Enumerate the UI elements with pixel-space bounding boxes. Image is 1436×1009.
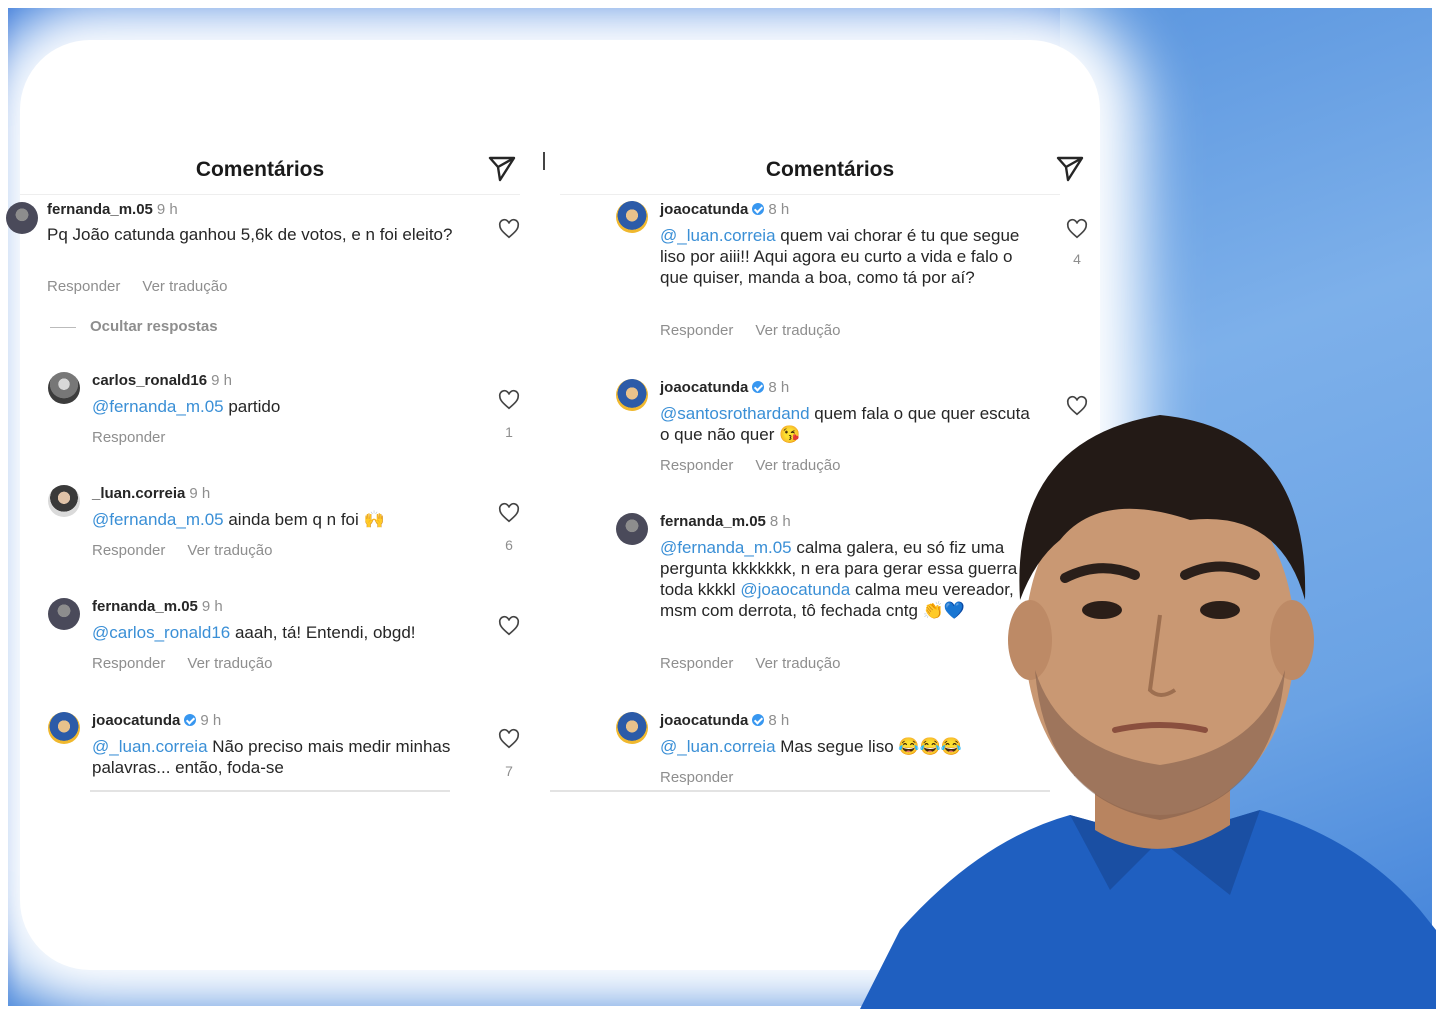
comment-time: 9 h (156, 201, 178, 218)
panel-title: Comentários (765, 158, 895, 181)
like-count: 4 (1073, 251, 1081, 267)
comment-time: 9 h (211, 372, 232, 389)
comment-text: @_luan.correia Não preciso mais medir mi… (92, 737, 451, 777)
comment-text: Pq João catunda ganhou 5,6k de votos, e … (47, 225, 453, 244)
header-divider (20, 194, 520, 195)
share-icon[interactable] (486, 152, 518, 184)
hide-replies-button[interactable]: Ocultar respostas (50, 318, 218, 335)
screenshot-stage: Comentários fernanda_m.05 9 h Pq João cat… (0, 0, 1436, 1009)
mention-link[interactable]: @_luan.correia (660, 737, 776, 756)
comment-username[interactable]: _luan.correia 9 h (92, 485, 210, 502)
comment-time: 8 h (769, 513, 791, 530)
translate-button[interactable]: Ver tradução (187, 542, 272, 559)
heart-icon[interactable] (1066, 218, 1088, 240)
comment-username[interactable]: joaocatunda 8 h (660, 201, 789, 218)
reply-button[interactable]: Responder (92, 655, 165, 672)
avatar[interactable] (48, 485, 80, 517)
person-photo (860, 415, 1436, 1009)
comment-actions: Responder Ver tradução (660, 322, 840, 339)
panel-title: Comentários (195, 158, 325, 181)
verified-icon (752, 203, 765, 215)
comment-username[interactable]: joaocatunda 8 h (660, 379, 789, 396)
reply-button[interactable]: Responder (92, 429, 165, 446)
comment-actions: Responder (92, 429, 165, 446)
mention-link[interactable]: @_luan.correia (92, 737, 208, 756)
comment-text: @fernanda_m.05 partido (92, 397, 281, 416)
reply-button[interactable]: Responder (92, 542, 165, 559)
translate-button[interactable]: Ver tradução (142, 278, 227, 295)
reply-button[interactable]: Responder (47, 278, 120, 295)
reply-button[interactable]: Responder (660, 457, 733, 474)
comment-actions: Responder Ver tradução (47, 278, 227, 295)
heart-icon[interactable] (498, 502, 520, 524)
comment-time: 8 h (768, 379, 790, 396)
panel-divider (543, 152, 545, 170)
comments-panel-left: Comentários fernanda_m.05 9 h Pq João cat… (6, 140, 540, 800)
comment-actions: Responder Ver tradução (660, 655, 840, 672)
verified-icon (752, 714, 765, 726)
avatar[interactable] (48, 712, 80, 744)
comment-time: 9 h (201, 598, 223, 615)
comment-username[interactable]: joaocatunda 8 h (660, 712, 789, 729)
comment-username[interactable]: joaocatunda 9 h (92, 712, 221, 729)
avatar[interactable] (48, 372, 80, 404)
comment-actions: Responder (660, 769, 733, 786)
comment-username[interactable]: carlos_ronald16 9 h (92, 372, 232, 389)
heart-icon[interactable] (498, 218, 520, 240)
like-count: 7 (505, 763, 513, 779)
avatar[interactable] (48, 598, 80, 630)
like-count: 1 (505, 424, 513, 440)
translate-button[interactable]: Ver tradução (755, 457, 840, 474)
header-divider (560, 194, 1060, 195)
comment-actions: Responder Ver tradução (92, 542, 272, 559)
reply-button[interactable]: Responder (660, 655, 733, 672)
share-icon[interactable] (1054, 152, 1086, 184)
mention-link[interactable]: @fernanda_m.05 (92, 510, 224, 529)
translate-button[interactable]: Ver tradução (755, 322, 840, 339)
avatar[interactable] (616, 513, 648, 545)
heart-icon[interactable] (498, 615, 520, 637)
comment-username[interactable]: fernanda_m.05 8 h (660, 513, 791, 530)
mention-link[interactable]: @santosrothardand (660, 404, 810, 423)
translate-button[interactable]: Ver tradução (755, 655, 840, 672)
comment-time: 8 h (768, 712, 790, 729)
verified-icon (184, 714, 197, 726)
avatar[interactable] (616, 201, 648, 233)
avatar[interactable] (6, 202, 38, 234)
comment-time: 9 h (189, 485, 211, 502)
comment-username[interactable]: fernanda_m.05 9 h (92, 598, 223, 615)
heart-icon[interactable] (498, 389, 520, 411)
mention-link[interactable]: @fernanda_m.05 (92, 397, 224, 416)
comment-text: @_luan.correia quem vai chorar é tu que … (660, 226, 1020, 287)
reply-button[interactable]: Responder (660, 769, 733, 786)
comment-time: 9 h (200, 712, 222, 729)
avatar[interactable] (616, 712, 648, 744)
verified-icon (752, 381, 765, 393)
panel-bottom-line (90, 790, 450, 792)
emoji: 😘 (779, 425, 801, 444)
like-count: 6 (505, 537, 513, 553)
mention-link[interactable]: @joaocatunda (740, 580, 850, 599)
avatar[interactable] (616, 379, 648, 411)
comment-username[interactable]: fernanda_m.05 9 h (47, 201, 178, 218)
comment-text: @carlos_ronald16 aaah, tá! Entendi, obgd… (92, 623, 416, 642)
comment-actions: Responder Ver tradução (660, 457, 840, 474)
comment-time: 8 h (768, 201, 790, 218)
reply-button[interactable]: Responder (660, 322, 733, 339)
heart-icon[interactable] (498, 728, 520, 750)
comment-actions: Responder Ver tradução (92, 655, 272, 672)
mention-link[interactable]: @_luan.correia (660, 226, 776, 245)
emoji: 🙌 (363, 510, 385, 529)
mention-link[interactable]: @carlos_ronald16 (92, 623, 230, 642)
comment-text: @fernanda_m.05 ainda bem q n foi 🙌 (92, 510, 385, 529)
translate-button[interactable]: Ver tradução (187, 655, 272, 672)
mention-link[interactable]: @fernanda_m.05 (660, 538, 792, 557)
